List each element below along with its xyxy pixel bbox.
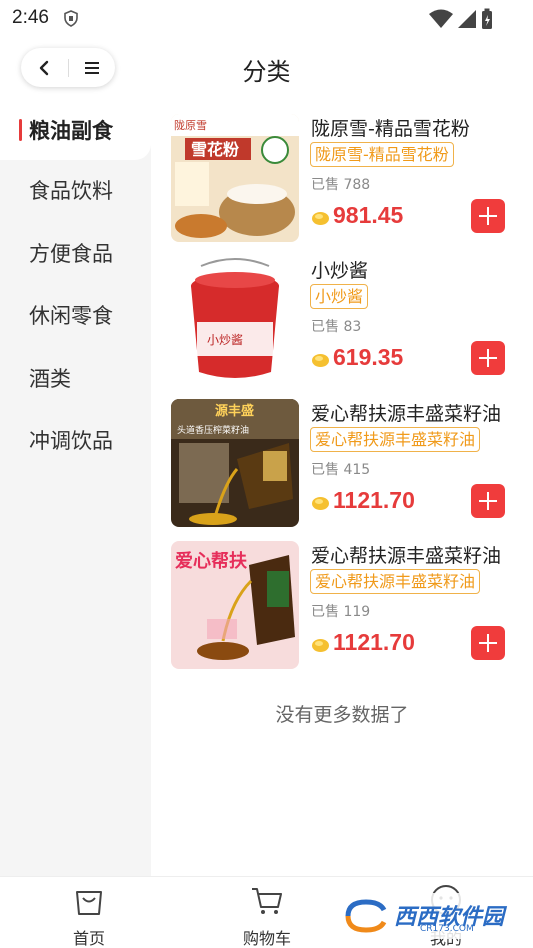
product-card[interactable]: 小炒酱 小炒酱 小炒酱 已售 83 619.35 bbox=[171, 256, 511, 386]
thumb-title: 爱心帮扶 bbox=[175, 550, 248, 572]
battery-icon bbox=[482, 8, 492, 29]
product-card[interactable]: 源丰盛 头道香压榨菜籽油 爱心帮扶源丰盛菜籽油 爱心帮扶源丰盛菜籽油 已售 41… bbox=[171, 399, 511, 529]
add-to-cart-button[interactable] bbox=[471, 199, 505, 233]
sidebar-item-label: 方便食品 bbox=[29, 242, 113, 266]
sidebar-item-label: 酒类 bbox=[29, 367, 71, 391]
product-sold-count: 已售 415 bbox=[311, 462, 371, 478]
product-name[interactable]: 爱心帮扶源丰盛菜籽油 bbox=[311, 399, 506, 426]
sidebar-item-label: 冲调饮品 bbox=[29, 429, 113, 453]
watermark: 西西软件园 CR173.COM bbox=[334, 893, 514, 939]
product-sold-count: 已售 83 bbox=[311, 319, 362, 335]
sidebar-item-brewed-drinks[interactable]: 冲调饮品 bbox=[0, 410, 151, 470]
add-to-cart-button[interactable] bbox=[471, 484, 505, 518]
coin-icon bbox=[312, 639, 329, 652]
shield-icon bbox=[64, 10, 78, 27]
product-card[interactable]: 陇原雪 雪花粉 陇原雪-精品雪花粉 陇原雪-精品雪花粉 已售 788 981.4… bbox=[171, 114, 511, 244]
product-tag: 小炒酱 bbox=[310, 284, 369, 309]
tab-label: 购物车 bbox=[242, 929, 291, 948]
thumb-title: 源丰盛 bbox=[215, 403, 254, 419]
thumb-subtitle: 头道香压榨菜籽油 bbox=[177, 424, 249, 436]
product-price: 981.45 bbox=[333, 202, 404, 228]
sidebar-item-liquor[interactable]: 酒类 bbox=[0, 348, 151, 408]
oil-pour-image: 源丰盛 头道香压榨菜籽油 bbox=[171, 399, 299, 527]
sidebar-item-label: 休闲零食 bbox=[29, 304, 113, 328]
product-image[interactable]: 源丰盛 头道香压榨菜籽油 bbox=[171, 399, 299, 527]
sauce-bucket-image: 小炒酱 bbox=[171, 256, 299, 384]
tab-home[interactable]: 首页 bbox=[29, 877, 149, 948]
category-sidebar: 粮油副食 食品饮料 方便食品 休闲零食 酒类 冲调饮品 bbox=[0, 100, 151, 876]
product-sold-count: 已售 119 bbox=[311, 604, 371, 620]
product-price: 619.35 bbox=[333, 344, 404, 370]
add-to-cart-button[interactable] bbox=[471, 341, 505, 375]
product-image[interactable]: 爱心帮扶 bbox=[171, 541, 299, 669]
status-icons bbox=[429, 8, 493, 30]
thumb-brand: 陇原雪 bbox=[174, 118, 207, 132]
charity-oil-image: 爱心帮扶 bbox=[171, 541, 299, 669]
sidebar-item-grain-oil[interactable]: 粮油副食 bbox=[0, 100, 151, 160]
product-name[interactable]: 陇原雪-精品雪花粉 bbox=[311, 114, 506, 141]
page-title: 分类 bbox=[242, 58, 291, 86]
coin-icon bbox=[312, 212, 329, 225]
product-image[interactable]: 陇原雪 雪花粉 bbox=[171, 114, 299, 242]
product-price: 1121.70 bbox=[333, 487, 415, 513]
bag-icon bbox=[76, 891, 102, 915]
add-to-cart-button[interactable] bbox=[471, 626, 505, 660]
status-bar: 2:46 bbox=[0, 0, 533, 36]
sidebar-item-label: 粮油副食 bbox=[29, 119, 113, 143]
product-tag: 爱心帮扶源丰盛菜籽油 bbox=[310, 427, 481, 452]
status-time: 2:46 bbox=[12, 7, 49, 28]
product-tag: 爱心帮扶源丰盛菜籽油 bbox=[310, 569, 481, 594]
product-price: 1121.70 bbox=[333, 629, 415, 655]
thumb-title: 小炒酱 bbox=[207, 332, 243, 347]
product-tag: 陇原雪-精品雪花粉 bbox=[310, 142, 454, 167]
product-image[interactable]: 小炒酱 bbox=[171, 256, 299, 384]
watermark-subtext: CR173.COM bbox=[420, 924, 474, 934]
product-card[interactable]: 爱心帮扶 爱心帮扶源丰盛菜籽油 爱心帮扶源丰盛菜籽油 已售 119 1121.7… bbox=[171, 541, 511, 671]
cart-icon bbox=[252, 888, 282, 914]
product-name[interactable]: 小炒酱 bbox=[311, 256, 506, 283]
tab-label: 首页 bbox=[72, 929, 105, 948]
product-sold-count: 已售 788 bbox=[311, 177, 371, 193]
sidebar-item-label: 食品饮料 bbox=[29, 179, 113, 203]
watermark-logo-icon bbox=[345, 899, 387, 933]
product-name[interactable]: 爱心帮扶源丰盛菜籽油 bbox=[311, 541, 506, 568]
coin-icon bbox=[312, 354, 329, 367]
wifi-icon bbox=[429, 9, 453, 28]
coin-icon bbox=[312, 497, 329, 510]
sidebar-item-convenience-food[interactable]: 方便食品 bbox=[0, 223, 151, 283]
signal-icon bbox=[458, 10, 476, 28]
sidebar-item-food-drinks[interactable]: 食品饮料 bbox=[0, 160, 151, 220]
flour-bag-image: 陇原雪 雪花粉 bbox=[171, 114, 299, 242]
list-end-text: 没有更多数据了 bbox=[275, 704, 409, 726]
sidebar-item-snacks[interactable]: 休闲零食 bbox=[0, 285, 151, 345]
thumb-title: 雪花粉 bbox=[191, 140, 239, 159]
tab-cart[interactable]: 购物车 bbox=[207, 877, 327, 948]
